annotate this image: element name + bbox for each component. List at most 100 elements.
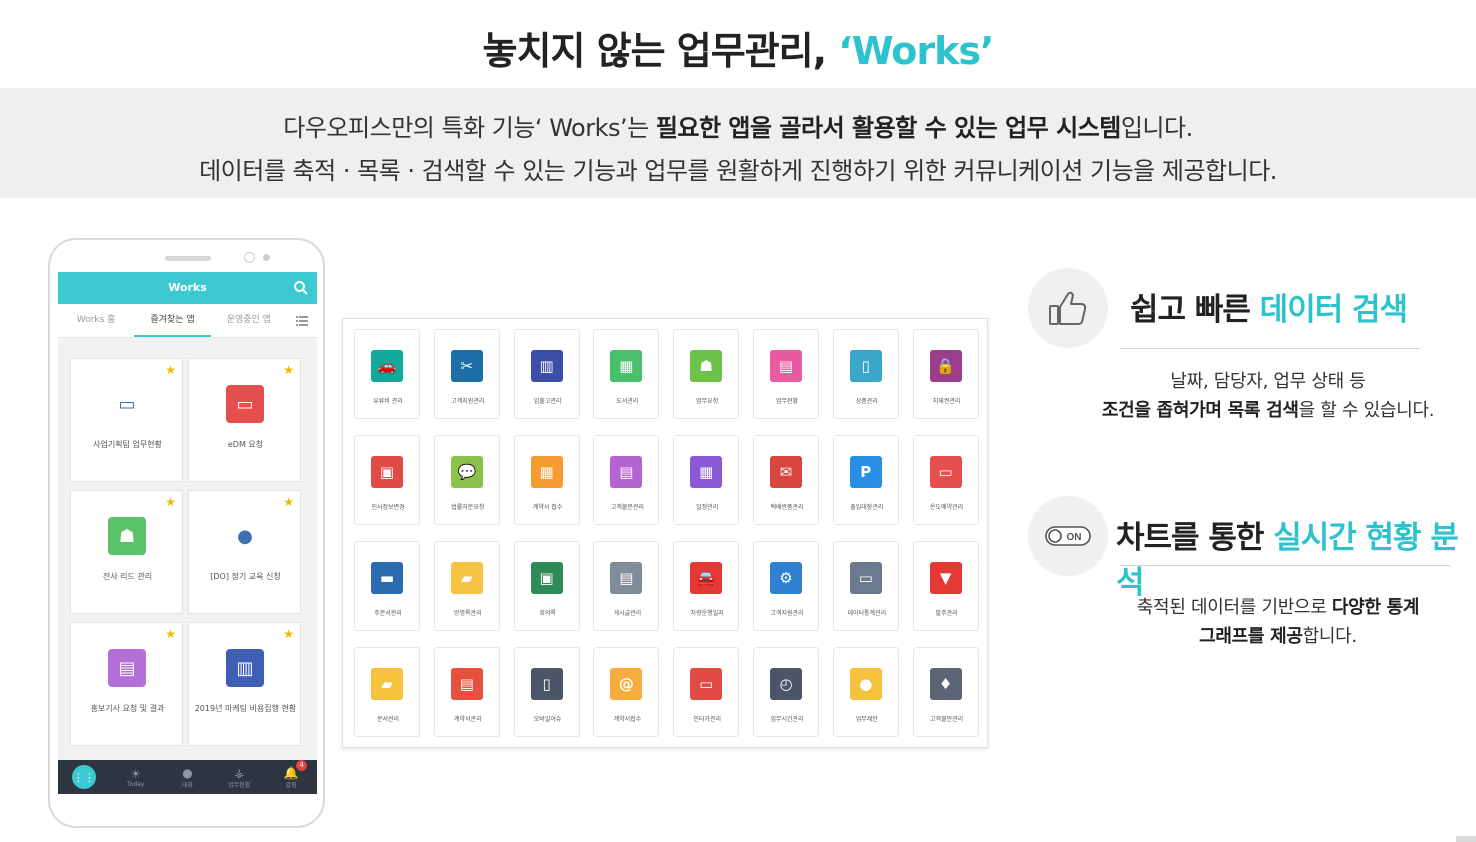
- app-tile[interactable]: ▥ 입출고관리: [513, 329, 580, 419]
- app-tile[interactable]: ♦ 고객불만관리: [912, 647, 979, 737]
- feature-chart-title-plain: 차트를 통한: [1116, 520, 1274, 556]
- app-tile[interactable]: ▰ 방명록관리: [433, 541, 500, 631]
- app-tile-label: 계약서관리: [453, 716, 482, 723]
- app-tile[interactable]: ▦ 일정관리: [673, 435, 740, 525]
- app-tile[interactable]: ⚙ 고객지원관리: [753, 541, 819, 631]
- app-tile[interactable]: ✂ 고객지원관리: [433, 329, 500, 419]
- presentation-icon: ▭: [849, 562, 882, 594]
- app-tile[interactable]: 💬 법률자문요청: [433, 435, 500, 525]
- app-tile[interactable]: ▤ 업무현황: [753, 329, 819, 419]
- app-tile[interactable]: 🚘 차량운행일지: [673, 541, 740, 631]
- calendar-icon: ▦: [690, 456, 723, 488]
- bar-chart-icon: ▥: [226, 649, 264, 687]
- app-tile[interactable]: ▭ 인터가관리: [673, 647, 740, 737]
- nav-chat-label: 대화: [181, 781, 193, 789]
- app-tile[interactable]: ▭ 온도예약관리: [912, 435, 979, 525]
- phone-mockup: Works Works 홈 즐겨찾는 앱 운영중인 앱 ★ ▭ 사업기획팀 업무현황…: [48, 238, 325, 828]
- tab-works-home[interactable]: Works 홈: [58, 304, 134, 337]
- favorite-star-icon[interactable]: ★: [283, 495, 294, 509]
- favorite-star-icon[interactable]: ★: [165, 495, 176, 509]
- favorite-star-icon[interactable]: ★: [283, 363, 294, 377]
- notification-badge: 4: [296, 759, 308, 771]
- favorite-star-icon[interactable]: ★: [283, 627, 294, 641]
- intro-text-b: 입니다.: [1120, 114, 1193, 142]
- nav-today[interactable]: ☀ Today: [118, 767, 154, 788]
- tab-running-apps[interactable]: 운영중인 앱: [211, 304, 287, 337]
- app-tile[interactable]: ▰ 문서관리: [354, 647, 420, 737]
- title-accent: ‘Works’: [838, 29, 994, 73]
- app-tile[interactable]: ☗ 업무요청: [673, 329, 740, 419]
- contact-icon: ▣: [371, 456, 403, 488]
- feature-search-title-plain: 쉽고 빠른: [1130, 292, 1260, 328]
- app-tile[interactable]: ▯ 모바일어슈: [513, 647, 580, 737]
- app-bar: Works: [58, 272, 317, 304]
- team-icon: ☗: [108, 517, 146, 555]
- favorite-star-icon[interactable]: ★: [165, 363, 176, 377]
- app-tile[interactable]: ▯ 상품관리: [832, 329, 899, 419]
- app-tile[interactable]: ▦ 계약서 접수: [513, 435, 580, 525]
- display-icon: ▭: [690, 668, 723, 700]
- list-menu-icon[interactable]: [287, 304, 317, 337]
- app-tile-label: 인사정보변경: [371, 504, 405, 511]
- app-tile[interactable]: ▬ 주문서관리: [354, 541, 420, 631]
- app-tile-label: 주문서관리: [374, 610, 402, 617]
- app-tile[interactable]: ✉ 택배반품관리: [753, 435, 819, 525]
- app-tile[interactable]: 🔒 지재권관리: [912, 329, 979, 419]
- tab-favorite-apps[interactable]: 즐겨찾는 앱: [134, 304, 211, 337]
- org-chart-icon: ⚶: [234, 765, 245, 780]
- app-tile[interactable]: ▼ 발주관리: [912, 541, 979, 631]
- app-tile[interactable]: ◴ 업무시간관리: [753, 647, 819, 737]
- app-tile[interactable]: ▣ 회의록: [513, 541, 580, 631]
- app-tile-label: 발주관리: [935, 610, 958, 617]
- app-tile[interactable]: ▤ 고객불문관리: [593, 435, 660, 525]
- nav-chat[interactable]: ● 대화: [169, 766, 205, 789]
- app-tile-label: 문서관리: [376, 716, 400, 723]
- feature-chart-desc-line2: 그래프를 제공합니다.: [1090, 622, 1466, 651]
- favorite-app-card[interactable]: ★ ▥ 2019년 마케팅 비용집행 현황: [188, 622, 301, 746]
- app-tile[interactable]: ▭ 데이터통계관리: [832, 541, 899, 631]
- app-tile-label: 온도예약관리: [930, 504, 964, 511]
- app-tile-label: 상품관리: [855, 398, 878, 405]
- favorite-app-card[interactable]: ★ ● [DO] 정기 교육 신청: [188, 490, 301, 614]
- favorite-app-label: [DO] 정기 교육 신청: [210, 572, 281, 581]
- feature-chart-title: 차트를 통한 실시간 현황 분석: [1116, 512, 1476, 602]
- nav-alerts[interactable]: 🔔 알림 4: [273, 759, 309, 789]
- feature-chart-badge: ON: [1028, 496, 1108, 576]
- app-tile[interactable]: @ 계약서접수: [593, 647, 660, 737]
- search-icon[interactable]: [293, 280, 309, 296]
- favorite-app-card[interactable]: ★ ▭ eDM 요청: [188, 358, 301, 482]
- app-tile[interactable]: ● 업무제안: [832, 647, 899, 737]
- favorite-app-card[interactable]: ★ ▭ 사업기획팀 업무현황: [70, 358, 183, 482]
- favorite-app-card[interactable]: ★ ▤ 홍보기사 요청 및 결과: [70, 622, 183, 746]
- app-tile-label: 법률자문요청: [451, 504, 485, 511]
- apps-grid-icon: ⋮⋮: [71, 765, 96, 789]
- app-tile[interactable]: ▤ 게시글관리: [593, 541, 660, 631]
- nav-apps[interactable]: ⋮⋮: [66, 765, 102, 789]
- feature-search-desc-bold: 조건을 좁혀가며 목록 검색: [1101, 400, 1299, 421]
- app-tile-label: 차량운행일지: [690, 610, 724, 617]
- envelope-icon: ✉: [770, 456, 802, 488]
- app-tile[interactable]: P 출입대장관리: [832, 435, 899, 525]
- app-tile[interactable]: 🚗 유류비 관리: [354, 329, 420, 419]
- feature-chart-desc-bold-1: 다양한 통계: [1331, 597, 1420, 618]
- calculator-icon: ▦: [530, 456, 563, 488]
- app-tile-label: 업무요청: [696, 398, 719, 405]
- nav-today-label: Today: [127, 780, 145, 788]
- app-tile[interactable]: ▤ 계약서관리: [433, 647, 500, 737]
- favorite-app-card[interactable]: ★ ☗ 전사 리드 관리: [70, 490, 183, 614]
- app-tile[interactable]: ▣ 인사정보변경: [354, 435, 420, 525]
- nav-status[interactable]: ⚶ 업무현황: [221, 766, 257, 789]
- app-tile-label: 데이터통계관리: [847, 610, 887, 617]
- app-tile-label: 고객불문관리: [610, 504, 644, 511]
- feature-search-desc-line2: 조건을 좁혀가며 목록 검색을 할 수 있습니다.: [1080, 396, 1456, 425]
- gear-icon: ⚙: [770, 562, 802, 594]
- favorite-star-icon[interactable]: ★: [165, 627, 176, 641]
- memo-icon: ▰: [450, 562, 483, 594]
- app-tile[interactable]: ▦ 도서관리: [593, 329, 660, 419]
- bar-chart-icon: ▥: [530, 350, 563, 382]
- intro-text-bold: 필요한 앱을 골라서 활용할 수 있는 업무 시스템: [655, 114, 1122, 142]
- nav-alerts-label: 알림: [285, 781, 297, 789]
- app-tile-label: 업무시간관리: [770, 716, 804, 723]
- parking-icon: P: [849, 456, 882, 488]
- app-tile-label: 입출고관리: [533, 398, 562, 405]
